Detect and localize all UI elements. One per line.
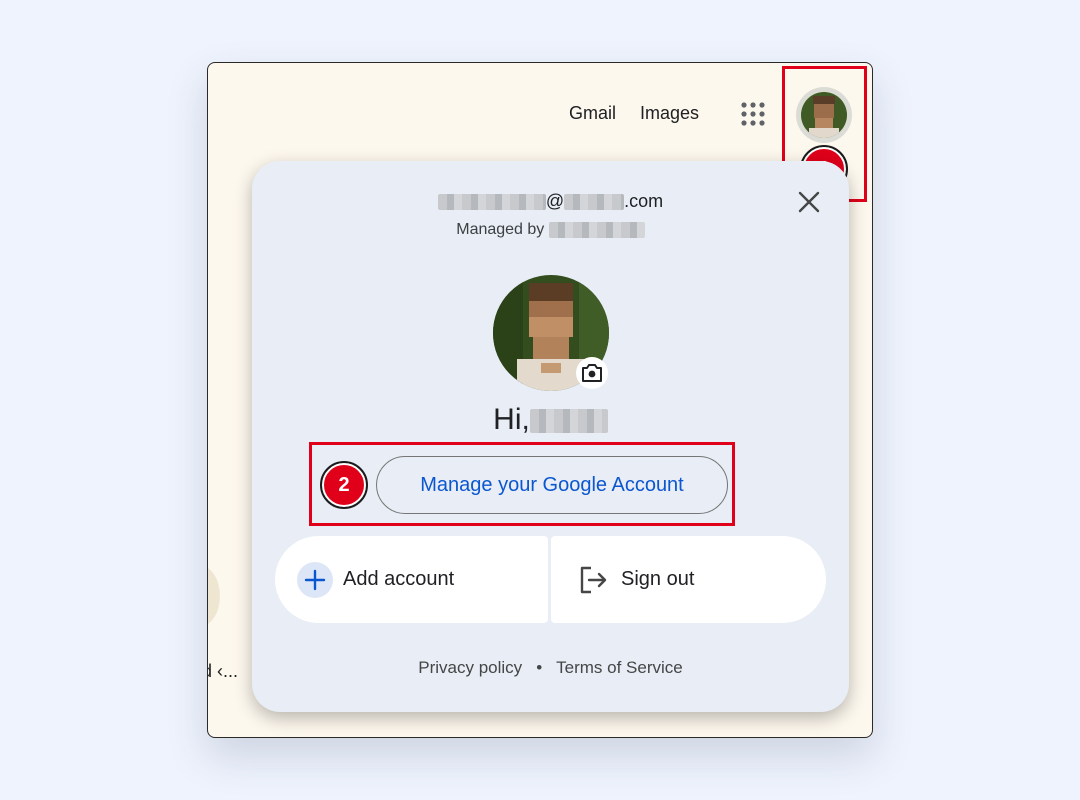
greeting-label: Hi, — [493, 403, 530, 436]
close-icon[interactable] — [796, 189, 822, 215]
gmail-link[interactable]: Gmail — [569, 103, 616, 124]
privacy-policy-link[interactable]: Privacy policy — [418, 658, 522, 677]
sign-out-label: Sign out — [621, 568, 695, 590]
sign-out-icon — [580, 566, 607, 593]
email-at: @ — [545, 191, 565, 211]
email-tld: .com — [624, 191, 664, 211]
redacted-user-name — [529, 409, 608, 434]
change-photo-button[interactable] — [576, 357, 608, 389]
greeting: Hi, — [252, 403, 849, 437]
camera-icon — [582, 364, 602, 382]
grid-icon[interactable] — [740, 101, 766, 127]
redacted-email-domain — [564, 194, 625, 211]
redacted-email-user — [437, 194, 546, 211]
browser-window: Gmail Images 1 d ‹... @.com Managed by — [207, 62, 873, 738]
background-shortcut-label: d ‹... — [208, 661, 239, 681]
managed-by-label: Managed by — [456, 221, 545, 238]
images-link[interactable]: Images — [640, 103, 699, 124]
add-account-label: Add account — [343, 568, 455, 590]
background-shortcut-icon — [208, 565, 220, 627]
panel-footer: Privacy policy • Terms of Service — [252, 658, 849, 678]
account-actions: Add account Sign out — [275, 536, 826, 623]
add-account-button[interactable]: Add account — [275, 536, 548, 623]
step-badge-2: 2 — [320, 461, 368, 509]
account-email: @ .com — [252, 191, 849, 212]
annotation-box-2 — [309, 442, 735, 526]
footer-separator: • — [536, 658, 543, 677]
terms-of-service-link[interactable]: Terms of Service — [556, 658, 683, 677]
plus-icon — [297, 561, 333, 598]
sign-out-button[interactable]: Sign out — [551, 536, 826, 623]
redacted-organization — [548, 221, 645, 238]
managed-by: Managed by — [252, 221, 849, 239]
account-panel: @ .com Managed by Hi, Manage your Google… — [252, 161, 849, 712]
